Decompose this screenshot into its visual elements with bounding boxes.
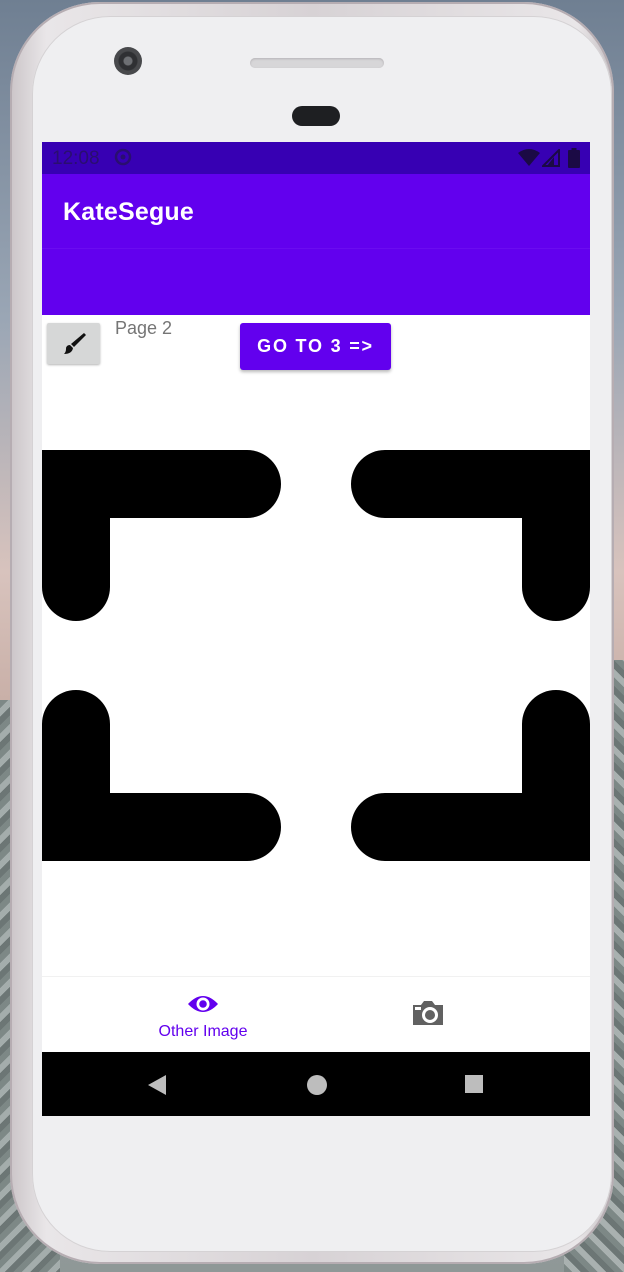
device-screen: 12:08 KateSegue Page 2 GO TO 3 => Other … — [42, 142, 590, 1116]
camera-icon — [413, 1001, 443, 1025]
back-triangle-icon[interactable] — [146, 1074, 168, 1096]
go-to-page-3-button[interactable]: GO TO 3 => — [240, 323, 391, 370]
front-camera-icon — [114, 47, 142, 75]
home-circle-icon[interactable] — [306, 1074, 328, 1096]
recents-square-icon[interactable] — [464, 1074, 484, 1094]
nav-label-other-image: Other Image — [158, 1023, 248, 1040]
battery-icon — [568, 148, 580, 168]
brush-button[interactable] — [47, 323, 100, 364]
status-time: 12:08 — [52, 148, 100, 169]
nav-item-camera[interactable] — [382, 977, 472, 1053]
paint-brush-icon — [64, 333, 86, 354]
eye-icon — [188, 996, 218, 1012]
system-navigation-bar — [42, 1052, 590, 1116]
nav-item-other-image[interactable]: Other Image — [138, 977, 268, 1053]
bottom-navigation: Other Image — [42, 976, 590, 1053]
page-label: Page 2 — [115, 318, 173, 338]
status-bar: 12:08 — [42, 142, 590, 174]
signal-icon — [542, 149, 560, 167]
proximity-sensor — [292, 106, 340, 126]
app-bar: KateSegue — [42, 174, 590, 315]
wifi-icon — [518, 149, 540, 166]
sync-icon — [114, 148, 132, 166]
app-title: KateSegue — [63, 198, 195, 226]
app-bar-divider — [42, 248, 590, 249]
speaker-grille — [250, 58, 384, 68]
fullscreen-frame-icon — [42, 450, 590, 861]
